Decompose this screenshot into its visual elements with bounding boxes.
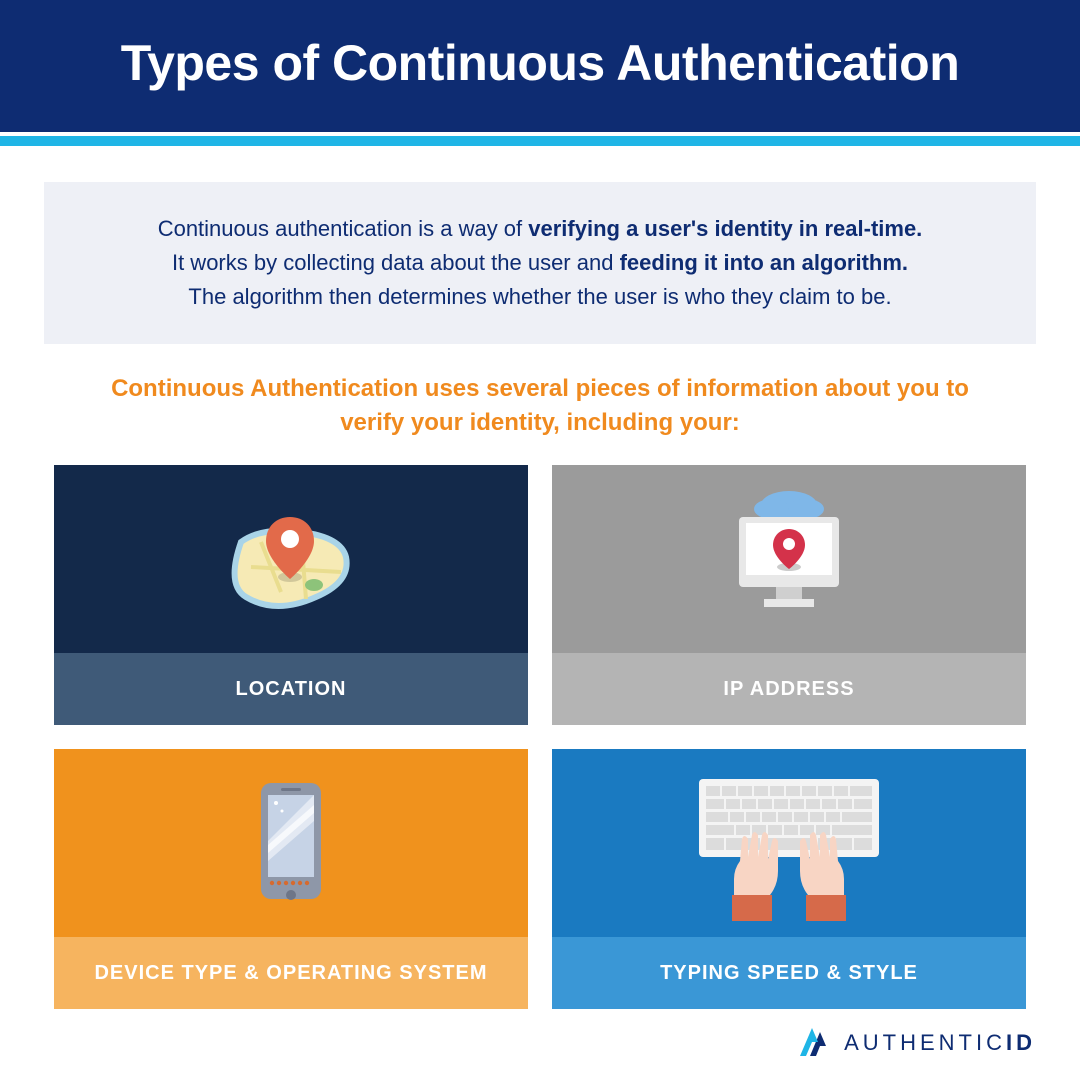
computer-cloud-pin-icon [704, 487, 874, 632]
content-area: Continuous authentication is a way of ve… [0, 146, 1080, 1010]
intro-box: Continuous authentication is a way of ve… [44, 182, 1036, 344]
intro-line-1: Continuous authentication is a way of ve… [84, 212, 996, 246]
card-ip: IP ADDRESS [552, 465, 1026, 725]
intro-line-3: The algorithm then determines whether th… [84, 280, 996, 314]
brand-name-b: ID [1006, 1030, 1036, 1055]
intro-line-2: It works by collecting data about the us… [84, 246, 996, 280]
subheading: Continuous Authentication uses several p… [100, 372, 980, 439]
brand-name: AUTHENTICID [844, 1030, 1036, 1056]
keyboard-hands-icon [664, 761, 914, 926]
card-device-label: DEVICE TYPE & OPERATING SYSTEM [54, 937, 528, 1009]
card-location: LOCATION [54, 465, 528, 725]
footer: AUTHENTICID [0, 1010, 1080, 1080]
intro-line-1a: Continuous authentication is a way of [158, 216, 529, 241]
card-typing-art [552, 749, 1026, 937]
card-device: DEVICE TYPE & OPERATING SYSTEM [54, 749, 528, 1009]
card-location-art [54, 465, 528, 653]
intro-line-2a: It works by collecting data about the us… [172, 250, 620, 275]
brand-name-a: AUTHENTIC [844, 1030, 1006, 1055]
card-ip-art [552, 465, 1026, 653]
brand-logo-icon [800, 1028, 834, 1058]
intro-line-1b: verifying a user's identity in real-time… [528, 216, 922, 241]
infographic: Types of Continuous Authentication Conti… [0, 0, 1080, 1080]
card-typing: TYPING SPEED & STYLE [552, 749, 1026, 1009]
card-typing-label: TYPING SPEED & STYLE [552, 937, 1026, 1009]
card-ip-label: IP ADDRESS [552, 653, 1026, 725]
card-device-art [54, 749, 528, 937]
smartphone-icon [206, 771, 376, 916]
card-grid: LOCATION [44, 465, 1036, 1009]
title-band: Types of Continuous Authentication [0, 0, 1080, 132]
card-location-label: LOCATION [54, 653, 528, 725]
accent-bar [0, 136, 1080, 146]
page-title: Types of Continuous Authentication [20, 34, 1060, 92]
map-pin-icon [206, 487, 376, 632]
intro-line-2b: feeding it into an algorithm. [620, 250, 908, 275]
